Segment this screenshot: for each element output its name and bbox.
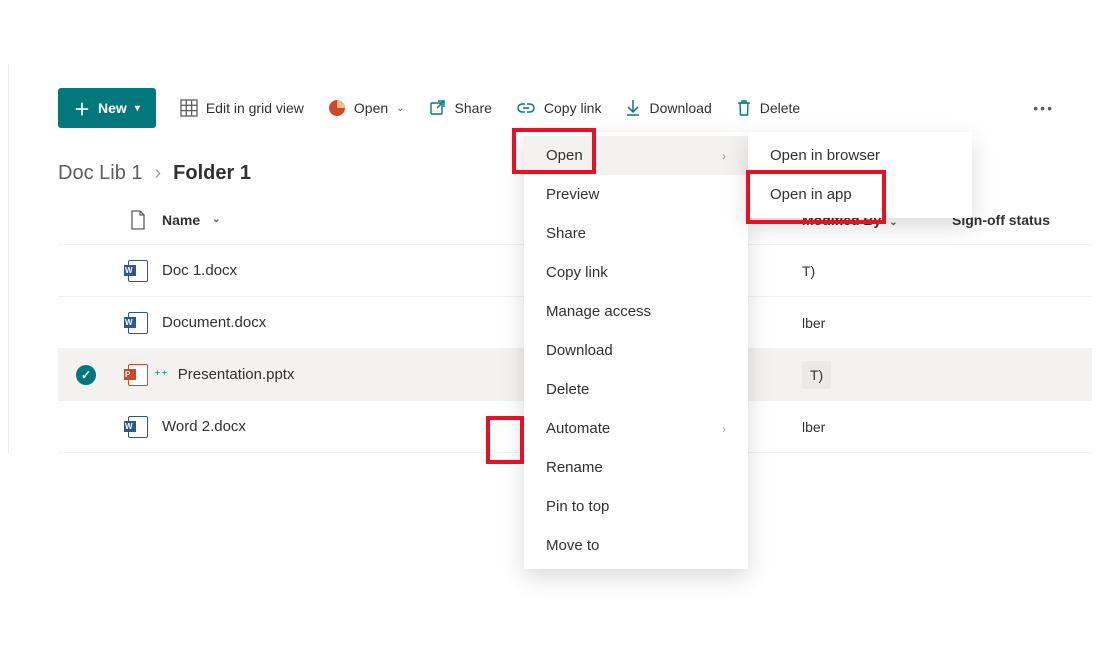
chevron-down-icon: ▾ (135, 103, 140, 114)
powerpoint-file-icon: P (128, 364, 148, 386)
open-button-label: Open (354, 100, 388, 116)
word-file-icon: W (128, 416, 148, 438)
menu-item-preview[interactable]: Preview (524, 175, 748, 214)
download-button[interactable]: Download (625, 99, 711, 117)
delete-label: Delete (760, 100, 800, 116)
left-rail-divider (8, 64, 9, 453)
submenu-item-open-in-browser[interactable]: Open in browser (748, 136, 972, 175)
breadcrumb-parent[interactable]: Doc Lib 1 (58, 162, 143, 185)
menu-item-pin-to-top[interactable]: Pin to top (524, 487, 748, 526)
download-label: Download (649, 100, 711, 116)
word-file-icon: W (128, 260, 148, 282)
new-indicator-icon: ⁺⁺ (154, 367, 168, 383)
new-button[interactable]: ＋ New ▾ (58, 88, 156, 128)
menu-item-manage-access[interactable]: Manage access (524, 292, 748, 331)
chevron-down-icon: ⌄ (212, 214, 220, 225)
open-submenu: Open in browserOpen in app (748, 132, 972, 218)
chevron-down-icon: ⌄ (396, 103, 404, 114)
cell-text: T) (802, 361, 831, 389)
chevron-down-icon: ⌄ (889, 217, 897, 228)
grid-icon (180, 99, 198, 117)
column-header-signoff[interactable]: Sign-off status (952, 212, 1092, 228)
share-button-label: Share (455, 100, 492, 116)
breadcrumb-current: Folder 1 (173, 162, 251, 185)
delete-button[interactable]: Delete (736, 99, 800, 117)
link-icon (516, 101, 536, 115)
menu-item-open[interactable]: Open› (524, 136, 748, 175)
chevron-right-icon: › (722, 149, 726, 163)
copy-link-button[interactable]: Copy link (516, 100, 602, 116)
menu-item-share[interactable]: Share (524, 214, 748, 253)
menu-item-copy-link[interactable]: Copy link (524, 253, 748, 292)
word-file-icon: W (128, 312, 148, 334)
file-name[interactable]: Word 2.docx (162, 418, 246, 435)
menu-item-automate[interactable]: Automate› (524, 409, 748, 448)
new-button-label: New (98, 100, 127, 116)
cell-text: lber (802, 419, 825, 435)
more-actions-icon[interactable]: ••• (1033, 100, 1054, 116)
edit-grid-button[interactable]: Edit in grid view (180, 99, 304, 117)
share-button[interactable]: Share (429, 99, 492, 117)
cell-text: lber (802, 315, 825, 331)
breadcrumb-separator-icon: › (155, 162, 162, 185)
menu-item-move-to[interactable]: Move to (524, 526, 748, 565)
command-bar: ＋ New ▾ Edit in grid view Open ⌄ Share (10, 0, 1092, 148)
file-type-header-icon[interactable] (114, 210, 162, 230)
powerpoint-icon (328, 99, 346, 117)
file-name[interactable]: Document.docx (162, 314, 266, 331)
selected-check-icon[interactable]: ✓ (76, 365, 96, 385)
download-icon (625, 99, 641, 117)
copy-link-label: Copy link (544, 100, 602, 116)
menu-item-download[interactable]: Download (524, 331, 748, 370)
trash-icon (736, 99, 752, 117)
file-name[interactable]: Presentation.pptx (178, 366, 295, 383)
file-name[interactable]: Doc 1.docx (162, 262, 237, 279)
submenu-item-open-in-app[interactable]: Open in app (748, 175, 972, 214)
edit-grid-label: Edit in grid view (206, 100, 304, 116)
share-icon (429, 99, 447, 117)
context-menu: Open›PreviewShareCopy linkManage accessD… (524, 132, 748, 569)
open-button[interactable]: Open ⌄ (328, 99, 405, 117)
menu-item-delete[interactable]: Delete (524, 370, 748, 409)
plus-icon: ＋ (74, 96, 90, 120)
chevron-right-icon: › (722, 422, 726, 436)
menu-item-rename[interactable]: Rename (524, 448, 748, 487)
cell-text: T) (802, 263, 815, 279)
